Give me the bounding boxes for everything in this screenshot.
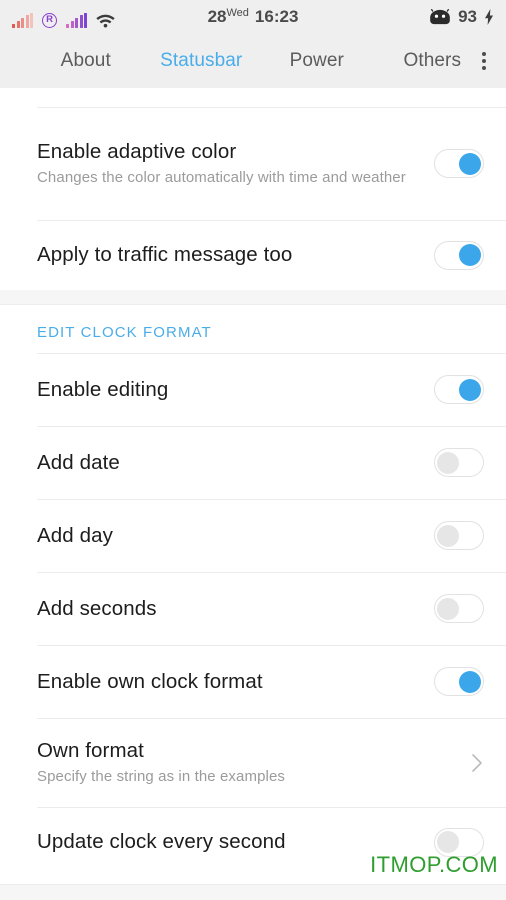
row-text-block: Enable own clock format	[37, 669, 434, 695]
setting-title: Enable adaptive color	[37, 140, 237, 164]
toggle-knob	[437, 831, 459, 853]
status-bar-day: Wed	[226, 7, 249, 19]
row-text-block: Apply to traffic message too	[37, 242, 434, 268]
setting-title: Add date	[37, 450, 120, 474]
row-text-block: Add date	[37, 450, 434, 476]
list-top-spacer	[0, 88, 506, 107]
tab-others[interactable]: Others	[375, 50, 491, 72]
toggle-knob	[437, 524, 459, 547]
toggle-knob	[459, 244, 481, 266]
tab-about[interactable]: About	[28, 50, 144, 72]
roaming-r-icon: R	[42, 13, 57, 28]
signal-bars-icon-secondary	[66, 13, 87, 28]
wifi-icon	[96, 13, 115, 28]
toggle-enable-own-clock-format[interactable]	[434, 667, 484, 696]
setting-subtitle: Changes the color automatically with tim…	[37, 168, 406, 186]
setting-title: Add seconds	[37, 596, 157, 620]
row-text-block: Update clock every second	[37, 829, 434, 855]
toggle-knob	[459, 152, 481, 175]
toggle-add-day[interactable]	[434, 521, 484, 550]
app-root: R 28 Wed 16:23 93 About Statusbar Power …	[0, 0, 506, 900]
setting-row-apply-to-traffic-message[interactable]: Apply to traffic message too	[0, 220, 506, 290]
row-text-block: Own format Specify the string as in the …	[37, 738, 470, 787]
setting-row-enable-own-clock-format[interactable]: Enable own clock format	[0, 645, 506, 718]
setting-row-enable-editing[interactable]: Enable editing	[0, 353, 506, 426]
tab-bar: About Statusbar Power Others	[0, 34, 506, 88]
toggle-enable-adaptive-color[interactable]	[434, 149, 484, 178]
status-bar-clock: 28 Wed 16:23	[208, 7, 299, 27]
site-watermark: ITMOP.COM	[370, 852, 498, 877]
setting-title: Add day	[37, 523, 113, 547]
status-bar-right-icons: 93	[429, 7, 494, 27]
setting-title: Apply to traffic message too	[37, 243, 293, 267]
tab-power[interactable]: Power	[259, 50, 375, 72]
status-bar-date-number: 28	[207, 7, 227, 26]
lightning-bolt-icon	[484, 9, 494, 25]
toggle-knob	[459, 670, 481, 693]
setting-row-enable-adaptive-color[interactable]: Enable adaptive color Changes the color …	[0, 107, 506, 220]
toggle-add-date[interactable]	[434, 448, 484, 477]
signal-bars-icon	[12, 13, 33, 28]
row-text-block: Enable adaptive color Changes the color …	[37, 139, 434, 188]
android-robot-icon	[429, 8, 451, 25]
row-text-block: Enable editing	[37, 377, 434, 403]
setting-row-add-date[interactable]: Add date	[0, 426, 506, 499]
setting-subtitle: Specify the string as in the examples	[37, 767, 285, 785]
setting-title: Own format	[37, 739, 144, 763]
toggle-knob	[459, 378, 481, 401]
battery-percent-label: 93	[458, 7, 477, 26]
tab-statusbar[interactable]: Statusbar	[144, 50, 260, 72]
chevron-right-icon	[470, 751, 484, 775]
section-header-edit-clock-format: EDIT CLOCK FORMAT	[0, 305, 506, 353]
setting-title: Enable editing	[37, 377, 169, 401]
toggle-knob	[437, 597, 459, 620]
setting-row-add-seconds[interactable]: Add seconds	[0, 572, 506, 645]
setting-title: Enable own clock format	[37, 669, 263, 693]
settings-list: Enable adaptive color Changes the color …	[0, 88, 506, 877]
more-vertical-icon[interactable]	[480, 48, 488, 74]
footer-band	[0, 884, 506, 900]
system-status-bar: R 28 Wed 16:23 93	[0, 0, 506, 34]
toggle-knob	[437, 451, 459, 474]
setting-row-add-day[interactable]: Add day	[0, 499, 506, 572]
toggle-apply-to-traffic-message[interactable]	[434, 240, 484, 270]
row-text-block: Add seconds	[37, 596, 434, 622]
setting-title: Update clock every second	[37, 830, 286, 854]
row-text-block: Add day	[37, 523, 434, 549]
section-separator	[0, 290, 506, 305]
setting-row-own-format[interactable]: Own format Specify the string as in the …	[0, 718, 506, 807]
status-bar-left-icons: R	[12, 6, 115, 28]
toggle-add-seconds[interactable]	[434, 594, 484, 623]
status-bar-time: 16:23	[254, 7, 299, 26]
toggle-enable-editing[interactable]	[434, 375, 484, 404]
